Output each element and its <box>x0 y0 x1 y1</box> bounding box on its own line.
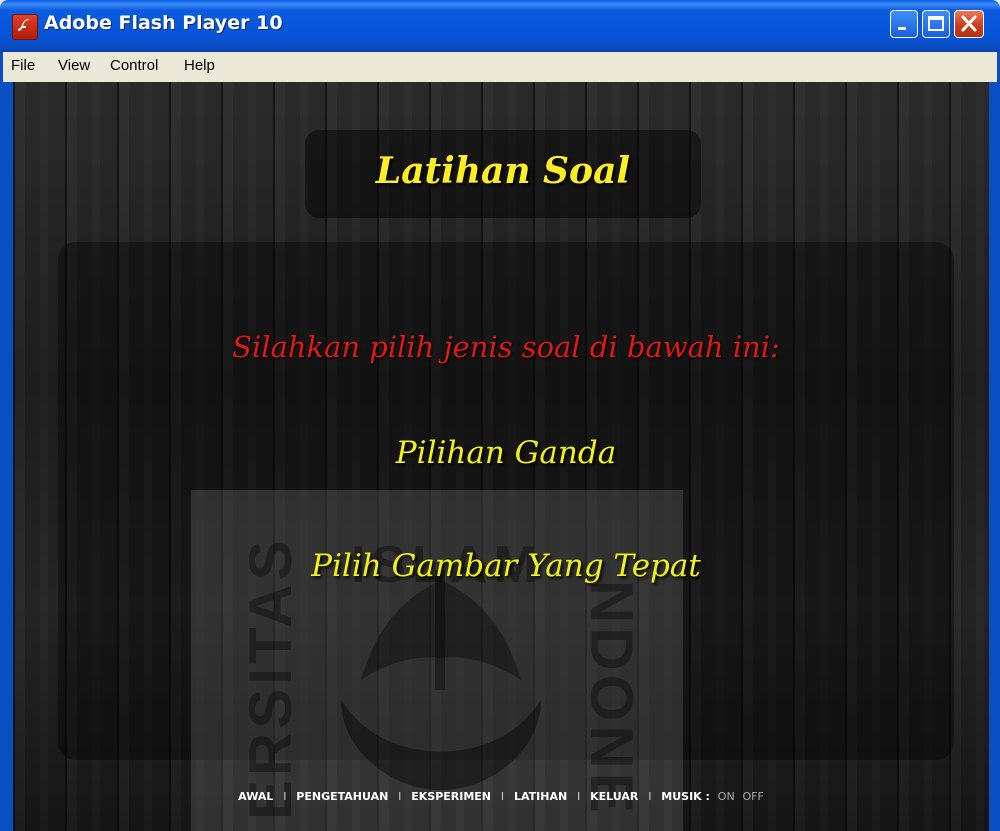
menu-control[interactable]: Control <box>110 57 158 74</box>
close-button[interactable] <box>954 10 984 38</box>
menu-help[interactable]: Help <box>184 57 215 74</box>
pick-picture-button[interactable]: Pilih Gambar Yang Tepat <box>58 548 954 584</box>
flash-player-icon <box>12 14 38 40</box>
menu-file[interactable]: File <box>11 57 35 74</box>
nav-separator: I <box>577 790 581 803</box>
university-watermark-logo: ISLAM ERSITAS NDONE <box>191 490 683 831</box>
flash-stage[interactable]: ISLAM ERSITAS NDONE Latihan Soal Silahka… <box>13 82 989 831</box>
nav-awal[interactable]: AWAL <box>238 790 273 803</box>
nav-separator: I <box>648 790 652 803</box>
page-title: Latihan Soal <box>375 150 631 192</box>
nav-latihan[interactable]: LATIHAN <box>514 790 567 803</box>
maximize-button[interactable] <box>922 10 950 38</box>
nav-eksperimen[interactable]: EKSPERIMEN <box>411 790 491 803</box>
nav-separator: I <box>283 790 287 803</box>
instruction-text: Silahkan pilih jenis soal di bawah ini: <box>232 330 780 364</box>
nav-separator: I <box>500 790 505 803</box>
nav-separator: I <box>398 790 402 803</box>
window-title: Adobe Flash Player 10 <box>44 12 283 34</box>
music-off-button[interactable]: OFF <box>743 790 764 803</box>
minimize-button[interactable] <box>890 10 918 38</box>
nav-pengetahuan[interactable]: PENGETAHUAN <box>296 790 388 803</box>
menu-view[interactable]: View <box>58 57 90 74</box>
watermark-text-right: NDONE <box>578 580 645 817</box>
music-label: MUSIK : <box>661 790 710 803</box>
nav-keluar[interactable]: KELUAR <box>590 790 638 803</box>
multiple-choice-button[interactable]: Pilihan Ganda <box>58 435 954 471</box>
window-frame-right <box>989 82 1000 831</box>
music-on-button[interactable]: ON <box>718 790 735 803</box>
window-frame-left <box>0 82 13 831</box>
footer-nav: AWAL I PENGETAHUAN I EKSPERIMEN I LATIHA… <box>13 790 989 803</box>
title-bar[interactable]: Adobe Flash Player 10 <box>0 0 1000 52</box>
menu-bar: File View Control Help <box>0 52 1000 82</box>
